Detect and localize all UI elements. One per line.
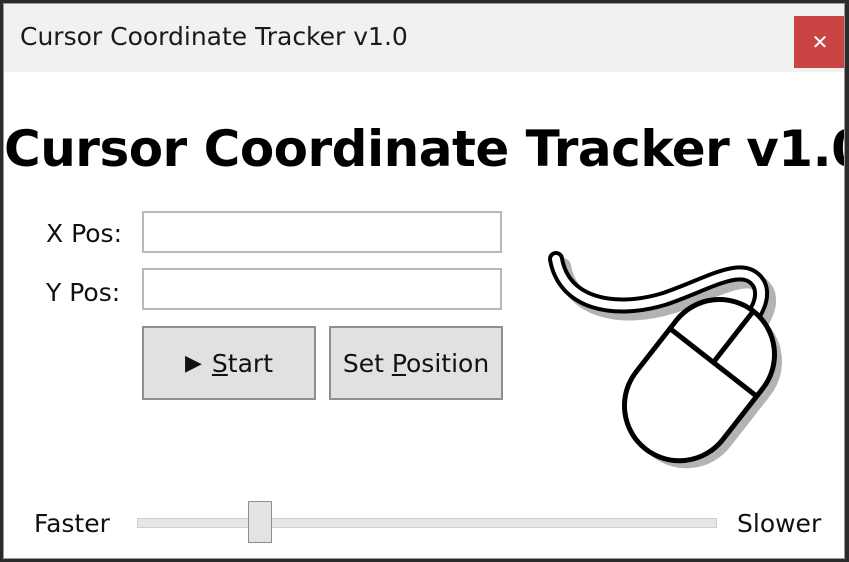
close-button[interactable]: ✕ <box>794 16 844 68</box>
app-window: Cursor Coordinate Tracker v1.0 ✕ Cursor … <box>3 3 845 559</box>
y-pos-label: Y Pos: <box>46 278 121 307</box>
start-label-rest: tart <box>227 348 273 378</box>
set-position-prefix: Set <box>342 348 392 378</box>
slower-label: Slower <box>737 509 822 538</box>
window-title: Cursor Coordinate Tracker v1.0 <box>20 22 408 51</box>
x-pos-label: X Pos: <box>46 219 123 248</box>
speed-slider-track[interactable] <box>137 518 717 528</box>
close-icon: ✕ <box>811 30 829 54</box>
speed-slider-thumb[interactable] <box>248 501 273 543</box>
set-position-rest: osition <box>406 348 490 378</box>
computer-mouse-icon <box>548 251 782 469</box>
play-icon: ▶ <box>185 350 202 376</box>
set-position-accel: P <box>391 348 407 378</box>
title-bar[interactable]: Cursor Coordinate Tracker v1.0 ✕ <box>4 4 844 72</box>
faster-label: Faster <box>34 509 110 538</box>
y-pos-input[interactable] <box>142 268 502 310</box>
start-label: Start <box>212 349 273 378</box>
start-accel: S <box>211 348 228 378</box>
start-button[interactable]: ▶ Start <box>142 326 316 400</box>
set-position-button[interactable]: Set Position <box>329 326 503 400</box>
set-position-label: Set Position <box>343 349 489 378</box>
x-pos-input[interactable] <box>142 211 502 253</box>
page-title: Cursor Coordinate Tracker v1.0 <box>4 120 845 178</box>
